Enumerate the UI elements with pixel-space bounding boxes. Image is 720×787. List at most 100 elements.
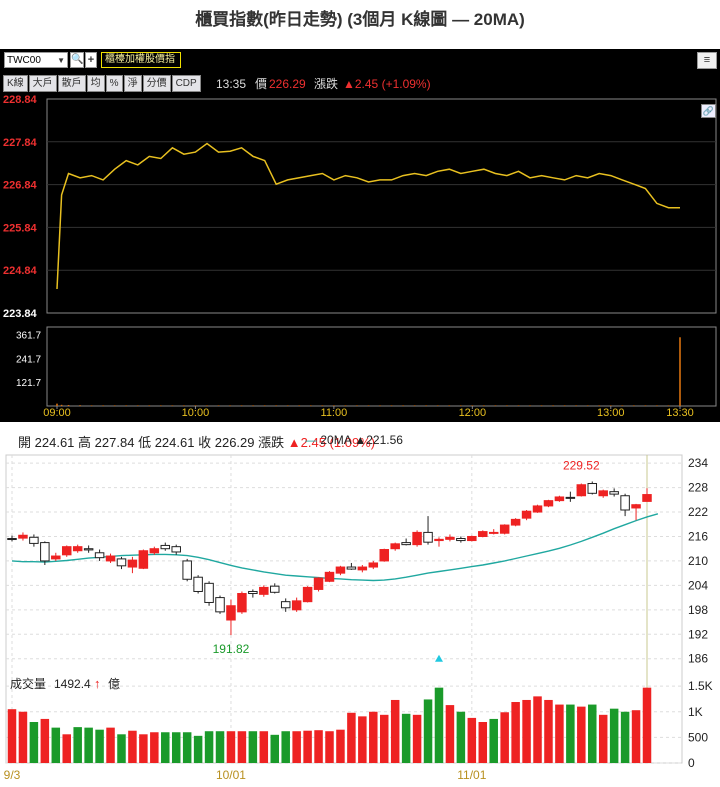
candle-body — [291, 600, 302, 611]
candle-body — [467, 535, 477, 542]
candle-body — [423, 531, 433, 543]
volume-bar — [182, 732, 192, 763]
candle-body — [532, 505, 543, 513]
volume-bar — [456, 711, 466, 763]
volume-bar — [303, 730, 312, 763]
volume-tick-label: 500 — [688, 730, 708, 744]
volume-bar — [631, 710, 641, 763]
volume-bar — [84, 727, 93, 763]
volume-bar — [517, 405, 520, 406]
candle-body — [346, 566, 357, 570]
volume-bar — [423, 699, 433, 763]
price-tick-label: 204 — [688, 578, 708, 592]
open-label: 開 — [18, 435, 32, 450]
volume-bar — [575, 405, 577, 406]
volume-bar — [555, 704, 564, 763]
volume-bar — [402, 405, 404, 406]
date-tick-label: 9/3 — [4, 768, 21, 782]
candle-body — [182, 560, 192, 580]
volume-bar — [40, 718, 50, 763]
volume-bar — [298, 405, 301, 406]
candle-body — [313, 577, 324, 590]
low-label: 低 — [138, 435, 152, 450]
price-tick-label: 192 — [688, 627, 708, 641]
volume-bar — [240, 405, 243, 406]
volume-bar — [171, 732, 181, 763]
candle-body — [401, 542, 411, 546]
volume-bar — [367, 405, 370, 406]
price-tick-label: 227.84 — [3, 137, 38, 149]
price-tick-label: 223.84 — [3, 308, 38, 320]
volume-bar — [193, 735, 203, 763]
volume-bar — [62, 734, 71, 763]
kline-chart: 234 228 222 216 210 204 198 192 186 1.5K 1K 500 0 9/3… — [4, 454, 713, 782]
candle-body — [226, 605, 236, 621]
volume-bar — [588, 704, 597, 763]
volume-bar — [506, 405, 508, 406]
candle-body — [335, 566, 346, 574]
volume-bar — [252, 405, 254, 406]
volume-bar — [425, 405, 427, 406]
volume-bar — [95, 729, 104, 763]
date-tick-label: 10/01 — [216, 768, 246, 782]
volume-bar — [229, 405, 231, 406]
volume-bar — [577, 706, 586, 763]
price-tick-label: 234 — [688, 456, 708, 470]
intraday-chart: 228.84 227.84 226.84 225.84 224.84 223.84 361.… — [3, 94, 717, 419]
volume-frame — [46, 326, 717, 407]
volume-bar — [333, 405, 335, 406]
candle-body — [543, 500, 554, 507]
time-tick-label: 11:00 — [321, 407, 348, 419]
volume-bar — [566, 704, 575, 763]
volume-bar — [679, 337, 681, 406]
candle-body — [478, 531, 488, 537]
volume-bar — [90, 405, 93, 406]
volume-bar — [511, 702, 520, 763]
volume-bar — [336, 729, 345, 763]
candle-body — [379, 549, 389, 562]
volume-bar — [436, 405, 439, 406]
volume-bar — [344, 405, 347, 406]
volume-unit: 億 — [108, 677, 120, 691]
volume-bar — [136, 405, 139, 406]
candle-body — [160, 544, 171, 550]
ma-label: 20MA — [320, 433, 352, 447]
volume-bar — [286, 405, 289, 406]
volume-bar — [358, 716, 367, 763]
low-annotation: 191.82 — [213, 642, 250, 656]
volume-bar — [275, 405, 278, 406]
up-arrow-icon: ↑ — [94, 676, 101, 691]
volume-bar — [7, 709, 17, 763]
volume-bar — [215, 731, 225, 763]
volume-bar — [281, 731, 290, 763]
open-value: 224.61 — [34, 435, 75, 450]
volume-bar — [563, 405, 566, 406]
volume-bar — [609, 405, 612, 406]
volume-bar — [489, 718, 498, 763]
candle-body — [412, 531, 422, 546]
volume-bar — [206, 405, 208, 406]
candle-body — [7, 538, 17, 541]
candle-body — [631, 504, 641, 509]
volume-bar — [270, 734, 280, 763]
high-value: 227.84 — [94, 435, 135, 450]
volume-bar — [310, 405, 312, 406]
candle-body — [302, 586, 313, 603]
close-value: 226.29 — [214, 435, 255, 450]
candle-body — [248, 590, 258, 595]
ma-line — [11, 513, 659, 582]
price-tick-label: 186 — [688, 652, 708, 666]
time-tick-label: 09:00 — [43, 407, 71, 419]
volume-bar — [667, 405, 670, 406]
volume-bar — [292, 731, 301, 763]
candle-body — [149, 548, 160, 554]
volume-bar — [356, 405, 358, 406]
volume-bar — [540, 405, 543, 406]
high-label: 高 — [78, 435, 92, 450]
price-tick-label: 216 — [688, 529, 708, 543]
link-icon[interactable]: 🔗 — [701, 104, 716, 118]
candle-body — [40, 542, 50, 562]
candle-body — [368, 562, 379, 568]
volume-bar — [314, 730, 323, 763]
volume-bar — [483, 405, 485, 406]
